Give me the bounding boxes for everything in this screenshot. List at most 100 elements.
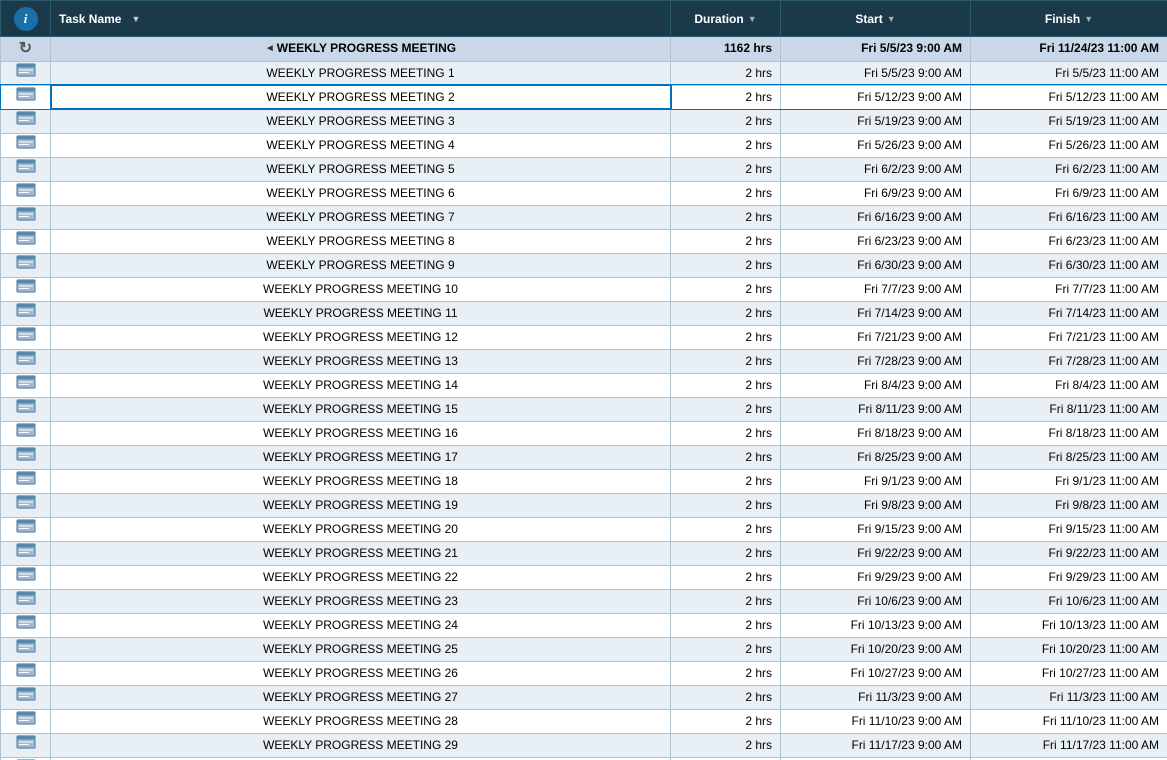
task-name-text: WEEKLY PROGRESS MEETING 1 xyxy=(266,66,454,80)
calendar-task-icon xyxy=(15,158,37,174)
task-name-cell[interactable]: WEEKLY PROGRESS MEETING 26 xyxy=(51,661,671,685)
table-row[interactable]: WEEKLY PROGRESS MEETING 122 hrsFri 7/21/… xyxy=(1,325,1167,349)
duration-sort-icon[interactable]: ▼ xyxy=(748,14,757,24)
refresh-icon[interactable]: ↻ xyxy=(15,37,37,59)
table-row[interactable]: WEEKLY PROGRESS MEETING 152 hrsFri 8/11/… xyxy=(1,397,1167,421)
task-name-cell[interactable]: WEEKLY PROGRESS MEETING 8 xyxy=(51,229,671,253)
table-row[interactable]: WEEKLY PROGRESS MEETING 292 hrsFri 11/17… xyxy=(1,733,1167,757)
start-cell: Fri 10/20/23 9:00 AM xyxy=(781,637,971,661)
task-name-cell[interactable]: WEEKLY PROGRESS MEETING 28 xyxy=(51,709,671,733)
finish-cell: Fri 9/22/23 11:00 AM xyxy=(971,541,1167,565)
start-cell: Fri 11/10/23 9:00 AM xyxy=(781,709,971,733)
duration-cell: 2 hrs xyxy=(671,109,781,133)
finish-sort-icon[interactable]: ▼ xyxy=(1084,14,1093,24)
task-name-cell[interactable]: WEEKLY PROGRESS MEETING 11 xyxy=(51,301,671,325)
info-header[interactable]: i xyxy=(1,1,51,37)
finish-label: Finish xyxy=(1045,12,1080,26)
task-name-cell[interactable]: WEEKLY PROGRESS MEETING 19 xyxy=(51,493,671,517)
table-row[interactable]: WEEKLY PROGRESS MEETING 82 hrsFri 6/23/2… xyxy=(1,229,1167,253)
duration-cell: 2 hrs xyxy=(671,397,781,421)
table-row[interactable]: WEEKLY PROGRESS MEETING 212 hrsFri 9/22/… xyxy=(1,541,1167,565)
duration-cell: 2 hrs xyxy=(671,85,781,109)
calendar-task-icon xyxy=(15,206,37,222)
finish-header[interactable]: Finish ▼ xyxy=(971,1,1167,37)
table-row[interactable]: WEEKLY PROGRESS MEETING 132 hrsFri 7/28/… xyxy=(1,349,1167,373)
task-name-cell[interactable]: WEEKLY PROGRESS MEETING 25 xyxy=(51,637,671,661)
start-sort-icon[interactable]: ▼ xyxy=(887,14,896,24)
calendar-task-icon xyxy=(15,62,37,78)
calendar-task-icon xyxy=(15,614,37,630)
start-cell: Fri 6/2/23 9:00 AM xyxy=(781,157,971,181)
task-name-cell[interactable]: WEEKLY PROGRESS MEETING 27 xyxy=(51,685,671,709)
table-row[interactable]: WEEKLY PROGRESS MEETING 172 hrsFri 8/25/… xyxy=(1,445,1167,469)
table-row[interactable]: WEEKLY PROGRESS MEETING 72 hrsFri 6/16/2… xyxy=(1,205,1167,229)
task-name-cell[interactable]: WEEKLY PROGRESS MEETING 1 xyxy=(51,61,671,85)
calendar-task-icon xyxy=(15,374,37,390)
task-name-cell[interactable]: WEEKLY PROGRESS MEETING 4 xyxy=(51,133,671,157)
task-name-cell[interactable]: WEEKLY PROGRESS MEETING 24 xyxy=(51,613,671,637)
table-row[interactable]: WEEKLY PROGRESS MEETING 252 hrsFri 10/20… xyxy=(1,637,1167,661)
duration-cell: 2 hrs xyxy=(671,565,781,589)
duration-cell: 2 hrs xyxy=(671,685,781,709)
task-name-cell[interactable]: WEEKLY PROGRESS MEETING 13 xyxy=(51,349,671,373)
table-row[interactable]: WEEKLY PROGRESS MEETING 112 hrsFri 7/14/… xyxy=(1,301,1167,325)
duration-cell: 2 hrs xyxy=(671,61,781,85)
task-name-header[interactable]: Task Name ▼ xyxy=(51,1,671,37)
table-row[interactable]: WEEKLY PROGRESS MEETING 23 2 hrs Fri 10/6/… xyxy=(1,589,1167,613)
gantt-table: i Task Name ▼ Duration ▼ xyxy=(0,0,1167,760)
duration-cell: 2 hrs xyxy=(671,157,781,181)
task-name-cell[interactable]: WEEKLY PROGRESS MEETING 21 xyxy=(51,541,671,565)
table-row[interactable]: WEEKLY PROGRESS MEETING 162 hrsFri 8/18/… xyxy=(1,421,1167,445)
finish-cell: Fri 8/25/23 11:00 AM xyxy=(971,445,1167,469)
task-icon-cell xyxy=(1,205,51,229)
table-row[interactable]: WEEKLY PROGRESS MEETING 102 hrsFri 7/7/2… xyxy=(1,277,1167,301)
duration-cell: 2 hrs xyxy=(671,229,781,253)
task-name-cell[interactable]: WEEKLY PROGRESS MEETING 6 xyxy=(51,181,671,205)
table-row[interactable]: WEEKLY PROGRESS MEETING 182 hrsFri 9/1/2… xyxy=(1,469,1167,493)
table-row[interactable]: WEEKLY PROGRESS MEETING 92 hrsFri 6/30/2… xyxy=(1,253,1167,277)
task-name-cell[interactable]: WEEKLY PROGRESS MEETING 22 xyxy=(51,565,671,589)
duration-cell: 2 hrs xyxy=(671,181,781,205)
task-name-cell[interactable]: WEEKLY PROGRESS MEETING 16 xyxy=(51,421,671,445)
start-header[interactable]: Start ▼ xyxy=(781,1,971,37)
task-name-cell[interactable]: WEEKLY PROGRESS MEETING 7 xyxy=(51,205,671,229)
task-name-cell[interactable]: WEEKLY PROGRESS MEETING 12 xyxy=(51,325,671,349)
task-name-cell[interactable]: WEEKLY PROGRESS MEETING 29 xyxy=(51,733,671,757)
table-row[interactable]: WEEKLY PROGRESS MEETING 202 hrsFri 9/15/… xyxy=(1,517,1167,541)
table-row[interactable]: WEEKLY PROGRESS MEETING 272 hrsFri 11/3/… xyxy=(1,685,1167,709)
duration-cell: 2 hrs xyxy=(671,589,781,613)
task-name-cell[interactable]: WEEKLY PROGRESS MEETING 5 xyxy=(51,157,671,181)
task-name-cell[interactable]: WEEKLY PROGRESS MEETING 23 xyxy=(51,589,671,613)
task-name-text: WEEKLY PROGRESS MEETING 23 xyxy=(263,594,458,608)
duration-header[interactable]: Duration ▼ xyxy=(671,1,781,37)
duration-cell: 2 hrs xyxy=(671,325,781,349)
table-row[interactable]: WEEKLY PROGRESS MEETING 242 hrsFri 10/13… xyxy=(1,613,1167,637)
task-name-cell[interactable]: WEEKLY PROGRESS MEETING 9 xyxy=(51,253,671,277)
task-name-cell[interactable]: WEEKLY PROGRESS MEETING 10 xyxy=(51,277,671,301)
task-name-cell[interactable]: WEEKLY PROGRESS MEETING 18 xyxy=(51,469,671,493)
task-name-dropdown-icon[interactable]: ▼ xyxy=(131,14,140,24)
table-row[interactable]: WEEKLY PROGRESS MEETING 282 hrsFri 11/10… xyxy=(1,709,1167,733)
table-row[interactable]: WEEKLY PROGRESS MEETING 32 hrsFri 5/19/2… xyxy=(1,109,1167,133)
task-name-cell[interactable]: WEEKLY PROGRESS MEETING 17 xyxy=(51,445,671,469)
table-row[interactable]: WEEKLY PROGRESS MEETING 262 hrsFri 10/27… xyxy=(1,661,1167,685)
table-row[interactable]: WEEKLY PROGRESS MEETING 22 hrsFri 5/12/2… xyxy=(1,85,1167,109)
finish-cell: Fri 10/6/23 11:00 AM xyxy=(971,589,1167,613)
start-cell: Fri 9/22/23 9:00 AM xyxy=(781,541,971,565)
start-cell: Fri 7/14/23 9:00 AM xyxy=(781,301,971,325)
task-name-text: WEEKLY PROGRESS MEETING 25 xyxy=(263,642,458,656)
start-cell: Fri 10/27/23 9:00 AM xyxy=(781,661,971,685)
table-row[interactable]: WEEKLY PROGRESS MEETING 192 hrsFri 9/8/2… xyxy=(1,493,1167,517)
task-name-cell[interactable]: WEEKLY PROGRESS MEETING 20 xyxy=(51,517,671,541)
table-row[interactable]: WEEKLY PROGRESS MEETING 42 hrsFri 5/26/2… xyxy=(1,133,1167,157)
table-row[interactable]: WEEKLY PROGRESS MEETING 52 hrsFri 6/2/23… xyxy=(1,157,1167,181)
task-name-cell[interactable]: WEEKLY PROGRESS MEETING 2 xyxy=(51,85,671,109)
task-name-cell[interactable]: WEEKLY PROGRESS MEETING 3 xyxy=(51,109,671,133)
table-row[interactable]: WEEKLY PROGRESS MEETING 142 hrsFri 8/4/2… xyxy=(1,373,1167,397)
table-row[interactable]: WEEKLY PROGRESS MEETING 62 hrsFri 6/9/23… xyxy=(1,181,1167,205)
task-name-cell[interactable]: WEEKLY PROGRESS MEETING 14 xyxy=(51,373,671,397)
table-row[interactable]: WEEKLY PROGRESS MEETING 12 hrsFri 5/5/23… xyxy=(1,61,1167,85)
table-row[interactable]: WEEKLY PROGRESS MEETING 222 hrsFri 9/29/… xyxy=(1,565,1167,589)
task-name-cell[interactable]: WEEKLY PROGRESS MEETING 15 xyxy=(51,397,671,421)
collapse-icon[interactable]: ◄ xyxy=(265,37,275,60)
